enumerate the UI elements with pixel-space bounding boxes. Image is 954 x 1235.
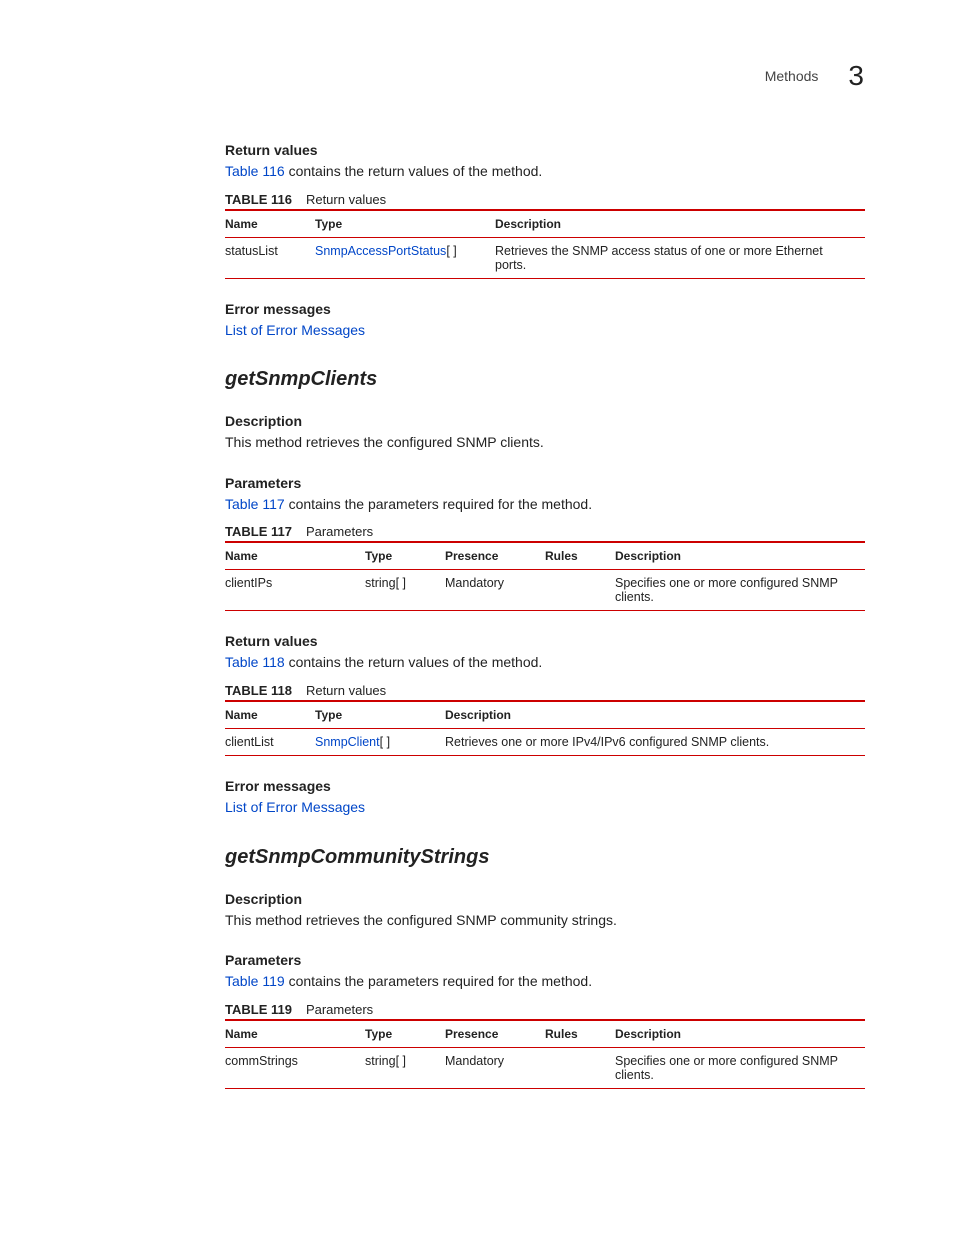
cell-rules bbox=[545, 1047, 615, 1088]
heading-error-messages: Error messages bbox=[225, 778, 864, 794]
heading-parameters: Parameters bbox=[225, 475, 864, 491]
table-row: clientList SnmpClient[ ] Retrieves one o… bbox=[225, 728, 865, 755]
cell-description: Retrieves one or more IPv4/IPv6 configur… bbox=[445, 728, 865, 755]
return-values-sentence-rest: contains the return values of the method… bbox=[285, 654, 543, 670]
method-title-getsnmpclients: getSnmpClients bbox=[225, 368, 864, 391]
cell-type: SnmpAccessPortStatus[ ] bbox=[315, 237, 495, 278]
col-name: Name bbox=[225, 701, 315, 729]
table-118: Name Type Description clientList SnmpCli… bbox=[225, 700, 865, 756]
table-117: Name Type Presence Rules Description cli… bbox=[225, 541, 865, 611]
parameters-sentence-rest: contains the parameters required for the… bbox=[285, 973, 592, 989]
header-chapter-number: 3 bbox=[848, 60, 864, 92]
parameters-sentence: Table 119 contains the parameters requir… bbox=[225, 972, 864, 992]
cell-name: commStrings bbox=[225, 1047, 365, 1088]
table-row: commStrings string[ ] Mandatory Specifie… bbox=[225, 1047, 865, 1088]
cell-name: clientList bbox=[225, 728, 315, 755]
table-116-title: Return values bbox=[306, 192, 386, 207]
type-suffix: [ ] bbox=[380, 735, 390, 749]
heading-error-messages: Error messages bbox=[225, 301, 864, 317]
table-118-caption: TABLE 118 Return values bbox=[225, 683, 864, 698]
snmp-access-port-status-link[interactable]: SnmpAccessPortStatus bbox=[315, 244, 446, 258]
cell-description: Specifies one or more configured SNMP cl… bbox=[615, 570, 865, 611]
snmp-client-link[interactable]: SnmpClient bbox=[315, 735, 380, 749]
col-presence: Presence bbox=[445, 1020, 545, 1048]
return-values-sentence: Table 118 contains the return values of … bbox=[225, 653, 864, 673]
col-name: Name bbox=[225, 210, 315, 238]
table-116-tag: TABLE 116 bbox=[225, 192, 292, 207]
col-name: Name bbox=[225, 1020, 365, 1048]
heading-parameters: Parameters bbox=[225, 952, 864, 968]
table-row: statusList SnmpAccessPortStatus[ ] Retri… bbox=[225, 237, 865, 278]
heading-return-values: Return values bbox=[225, 142, 864, 158]
table-118-title: Return values bbox=[306, 683, 386, 698]
col-description: Description bbox=[615, 1020, 865, 1048]
table-116-link[interactable]: Table 116 bbox=[225, 163, 285, 179]
cell-type: string[ ] bbox=[365, 1047, 445, 1088]
col-name: Name bbox=[225, 542, 365, 570]
cell-name: clientIPs bbox=[225, 570, 365, 611]
return-values-sentence: Table 116 contains the return values of … bbox=[225, 162, 864, 182]
table-119-link[interactable]: Table 119 bbox=[225, 973, 285, 989]
col-presence: Presence bbox=[445, 542, 545, 570]
col-type: Type bbox=[315, 701, 445, 729]
table-118-link[interactable]: Table 118 bbox=[225, 654, 285, 670]
description-text: This method retrieves the configured SNM… bbox=[225, 433, 864, 453]
table-119-tag: TABLE 119 bbox=[225, 1002, 292, 1017]
table-116-caption: TABLE 116 Return values bbox=[225, 192, 864, 207]
table-119: Name Type Presence Rules Description com… bbox=[225, 1019, 865, 1089]
col-description: Description bbox=[615, 542, 865, 570]
table-117-title: Parameters bbox=[306, 524, 373, 539]
cell-description: Specifies one or more configured SNMP cl… bbox=[615, 1047, 865, 1088]
table-116: Name Type Description statusList SnmpAcc… bbox=[225, 209, 865, 279]
error-messages-link[interactable]: List of Error Messages bbox=[225, 322, 365, 338]
cell-description: Retrieves the SNMP access status of one … bbox=[495, 237, 865, 278]
table-row: clientIPs string[ ] Mandatory Specifies … bbox=[225, 570, 865, 611]
col-description: Description bbox=[445, 701, 865, 729]
method-title-getsnmpcommunitystrings: getSnmpCommunityStrings bbox=[225, 846, 864, 869]
heading-description: Description bbox=[225, 891, 864, 907]
return-values-sentence-rest: contains the return values of the method… bbox=[285, 163, 543, 179]
table-119-caption: TABLE 119 Parameters bbox=[225, 1002, 864, 1017]
error-messages-link[interactable]: List of Error Messages bbox=[225, 799, 365, 815]
cell-type: string[ ] bbox=[365, 570, 445, 611]
table-118-tag: TABLE 118 bbox=[225, 683, 292, 698]
col-type: Type bbox=[315, 210, 495, 238]
description-text: This method retrieves the configured SNM… bbox=[225, 911, 864, 931]
cell-presence: Mandatory bbox=[445, 570, 545, 611]
col-type: Type bbox=[365, 1020, 445, 1048]
col-rules: Rules bbox=[545, 1020, 615, 1048]
page-header: Methods 3 bbox=[225, 60, 864, 92]
col-type: Type bbox=[365, 542, 445, 570]
table-117-link[interactable]: Table 117 bbox=[225, 496, 285, 512]
header-section-label: Methods bbox=[765, 68, 819, 84]
cell-rules bbox=[545, 570, 615, 611]
heading-description: Description bbox=[225, 413, 864, 429]
parameters-sentence: Table 117 contains the parameters requir… bbox=[225, 495, 864, 515]
table-117-caption: TABLE 117 Parameters bbox=[225, 524, 864, 539]
table-119-title: Parameters bbox=[306, 1002, 373, 1017]
col-rules: Rules bbox=[545, 542, 615, 570]
cell-presence: Mandatory bbox=[445, 1047, 545, 1088]
parameters-sentence-rest: contains the parameters required for the… bbox=[285, 496, 592, 512]
cell-name: statusList bbox=[225, 237, 315, 278]
heading-return-values: Return values bbox=[225, 633, 864, 649]
cell-type: SnmpClient[ ] bbox=[315, 728, 445, 755]
table-117-tag: TABLE 117 bbox=[225, 524, 292, 539]
type-suffix: [ ] bbox=[446, 244, 456, 258]
col-description: Description bbox=[495, 210, 865, 238]
